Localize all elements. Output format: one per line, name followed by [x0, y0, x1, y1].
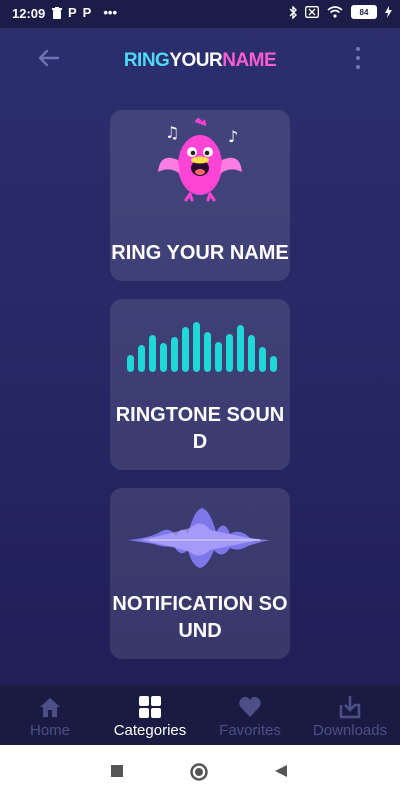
app-title: RINGYOURNAME — [0, 50, 400, 72]
status-time: 12:09 — [12, 6, 46, 21]
circle-home-icon[interactable] — [189, 762, 209, 782]
p-icon: P — [68, 5, 77, 20]
category-label: RING YOUR NAME — [111, 242, 289, 264]
nav-label: Downloads — [312, 722, 388, 739]
menu-dot — [356, 65, 360, 69]
category-card-ring-your-name[interactable]: ♫ ♪ RING YOUR NAME — [110, 110, 290, 281]
sound-wave-icon — [128, 508, 270, 568]
more-dots-icon: ••• — [103, 5, 117, 20]
grid-icon — [139, 696, 161, 718]
singing-bird-icon: ♫ ♪ — [158, 118, 242, 202]
system-navigation-bar — [0, 745, 400, 800]
title-name: NAME — [222, 50, 277, 71]
download-icon — [339, 696, 361, 719]
p-icon: P — [82, 5, 92, 20]
title-ring: RING — [123, 50, 170, 71]
home-icon — [40, 698, 60, 717]
status-notification-icons: P P ••• — [52, 5, 117, 20]
overflow-menu-button[interactable] — [352, 44, 364, 72]
charging-icon — [385, 6, 392, 18]
bottom-navigation: Home Categories Favorites Downloads — [0, 685, 400, 745]
app-screen: 12:09 P P ••• 84 RINGYOURNAME ♫ ♪ RING Y… — [0, 0, 400, 745]
square-recents-icon[interactable] — [110, 764, 124, 778]
nav-label: Home — [29, 722, 70, 739]
wifi-icon — [327, 6, 343, 18]
title-your: YOUR — [169, 50, 223, 71]
nav-item-favorites[interactable]: Favorites — [200, 685, 300, 745]
trash-icon — [52, 6, 62, 19]
menu-dot — [356, 47, 360, 51]
nav-label: Categories — [113, 722, 187, 739]
bluetooth-icon — [289, 5, 297, 19]
category-label: NOTIFICATION SOUND — [112, 593, 288, 642]
status-system-icons: 84 — [289, 5, 392, 19]
nav-item-home[interactable]: Home — [0, 685, 100, 745]
status-bar: 12:09 P P ••• 84 — [0, 0, 400, 28]
nav-item-categories[interactable]: Categories — [100, 685, 200, 745]
equalizer-bars-icon — [127, 322, 277, 372]
svg-text:♪: ♪ — [228, 127, 238, 146]
heart-icon — [239, 696, 261, 717]
svg-text:♫: ♫ — [165, 123, 179, 142]
category-card-notification-sound[interactable]: NOTIFICATION SOUND — [110, 488, 290, 659]
battery-icon: 84 — [351, 5, 377, 19]
nav-item-downloads[interactable]: Downloads — [300, 685, 400, 745]
nav-label: Favorites — [219, 722, 281, 739]
menu-dot — [356, 56, 360, 60]
sim-icon — [305, 6, 319, 18]
triangle-back-icon[interactable] — [274, 764, 288, 778]
category-label: RINGTONE SOUND — [115, 404, 285, 453]
category-card-ringtone-sound[interactable]: RINGTONE SOUND — [110, 299, 290, 470]
